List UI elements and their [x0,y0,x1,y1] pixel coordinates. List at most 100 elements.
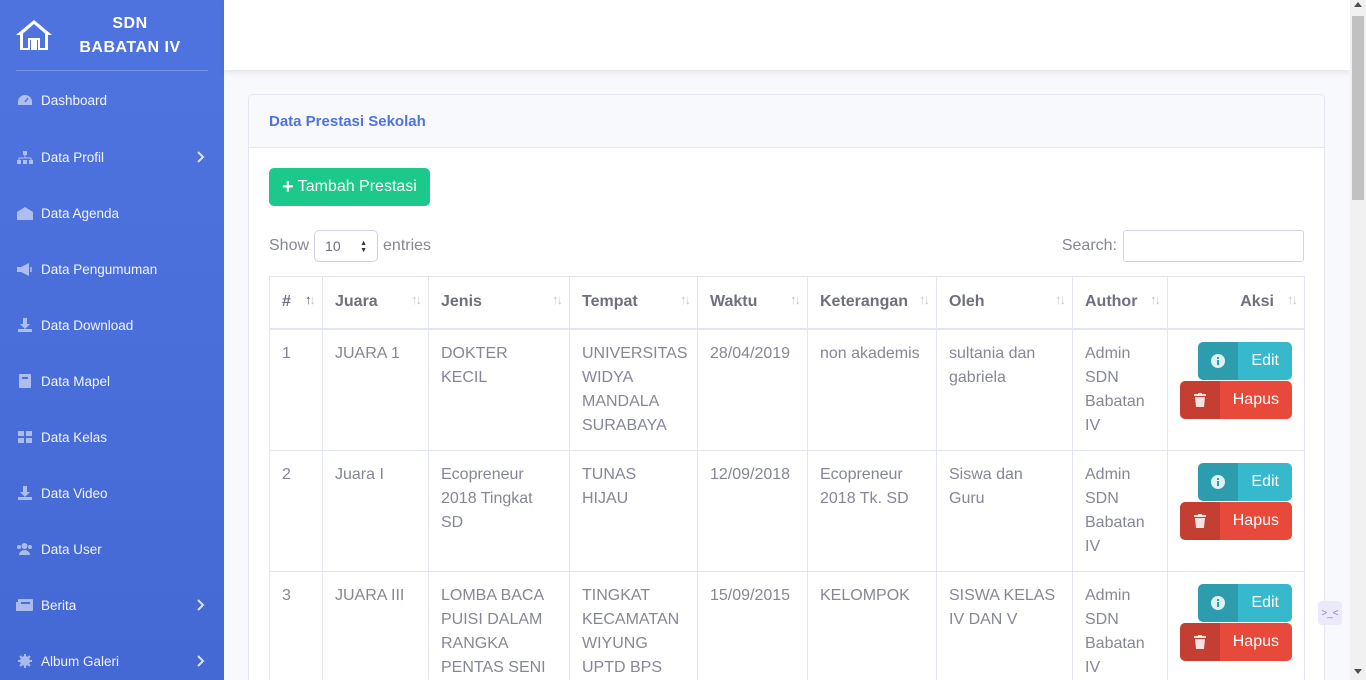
cell-jenis: DOKTER KECIL [428,328,570,451]
length-control: Show 10 ▲ ▼ entries [269,230,431,262]
sidebar-item-data-mapel[interactable]: Data Mapel [0,353,224,409]
card-header: Data Prestasi Sekolah [249,95,1324,148]
sidebar-item-label: Berita [41,597,77,613]
delete-button[interactable]: Hapus [1179,622,1292,661]
delete-button[interactable]: Hapus [1179,501,1292,540]
column-header-label: Juara [335,293,378,311]
grid-icon [16,430,33,444]
scroll-up-icon[interactable] [1354,2,1362,7]
cell-keterangan: non akademis [807,328,937,451]
cell-no: 1 [269,328,323,451]
sort-icon: ↑↓ [1150,292,1161,307]
row-actions: Edit Hapus [1179,341,1292,419]
cell-aksi: Edit Hapus [1167,328,1305,451]
plus-icon: + [282,176,294,198]
page-scrollbar[interactable] [1350,0,1366,680]
info-icon [1198,341,1239,380]
cell-author: Admin SDN Babatan IV [1072,449,1168,572]
sidebar-item-data-pengumuman[interactable]: Data Pengumuman [0,241,224,297]
sidebar-item-album-galeri[interactable]: Album Galeri [0,633,224,680]
prestasi-table: # ↑↓ Juara ↑↓ Jenis ↑↓ Tempat ↑↓ Waktu ↑↓ Keterang… [269,276,1305,680]
column-header-author[interactable]: Author ↑↓ [1072,276,1168,330]
column-header-jenis[interactable]: Jenis ↑↓ [428,276,570,330]
column-header-label: Keterangan [820,293,909,311]
sidebar-item-data-agenda[interactable]: Data Agenda [0,185,224,241]
column-header-oleh[interactable]: Oleh ↑↓ [936,276,1073,330]
sidebar-item-data-video[interactable]: Data Video [0,465,224,521]
sidebar-item-label: Album Galeri [41,653,120,669]
card-title: Data Prestasi Sekolah [269,112,426,130]
edit-label: Edit [1251,472,1279,490]
book-icon [16,374,33,388]
sidebar-item-data-download[interactable]: Data Download [0,297,224,353]
cell-keterangan: KELOMPOK [807,570,937,680]
brand-name: SDN BABATAN IV [70,12,190,60]
edit-button[interactable]: Edit [1198,583,1292,622]
edit-button[interactable]: Edit [1198,341,1292,380]
trash-icon [1179,622,1220,661]
search-label: Search: [1061,237,1117,254]
sort-icon: ↑↓ [411,292,422,307]
sidebar-item-label: Data User [41,541,102,557]
cell-no: 3 [269,570,323,680]
column-header-keterangan[interactable]: Keterangan ↑↓ [807,276,937,330]
scroll-thumb[interactable] [1352,16,1364,200]
sidebar-item-label: Data Download [41,317,134,333]
sidebar-item-dashboard[interactable]: Dashboard [0,71,224,129]
cell-juara: JUARA 1 [322,328,429,451]
trash-icon [1179,501,1220,540]
column-header-label: Oleh [949,293,985,311]
sidebar-brand[interactable]: SDN BABATAN IV [0,0,224,70]
bullhorn-icon [16,262,33,276]
brand-line2: BABATAN IV [79,39,181,56]
column-header-label: Waktu [710,293,758,311]
entries-label: entries [383,237,432,254]
select-arrows-icon: ▲ ▼ [360,240,368,254]
add-prestasi-label: Tambah Prestasi [297,178,417,195]
cell-keterangan: Ecopreneur 2018 Tk. SD [807,449,937,572]
table-body: 1 JUARA 1 DOKTER KECIL UNIVERSITAS WIDYA MA… [269,328,1305,680]
column-header-no[interactable]: # ↑↓ [269,276,323,330]
scroll-down-icon[interactable] [1354,669,1362,674]
column-header-label: Author [1085,293,1138,311]
cell-author: Admin SDN Babatan IV [1072,570,1168,680]
column-header-label: Aksi [1240,293,1274,311]
school-icon [16,206,33,220]
sidebar-item-data-user[interactable]: Data User [0,521,224,577]
column-header-aksi[interactable]: Aksi ↑↓ [1167,276,1305,330]
column-header-waktu[interactable]: Waktu ↑↓ [697,276,808,330]
delete-label: Hapus [1232,511,1279,529]
sidebar: SDN BABATAN IV Dashboard Data Profil Data … [0,0,224,680]
floating-widget-icon[interactable]: >_< [1318,601,1342,625]
sort-icon: ↑↓ [1055,292,1066,307]
cell-waktu: 12/09/2018 [697,449,808,572]
trash-icon [1179,380,1220,419]
download-icon [16,486,33,500]
row-actions: Edit Hapus [1179,583,1292,661]
sidebar-item-berita[interactable]: Berita [0,577,224,633]
sort-icon: ↑↓ [919,292,930,307]
sidebar-item-label: Data Pengumuman [41,261,158,277]
table-row: 1 JUARA 1 DOKTER KECIL UNIVERSITAS WIDYA MA… [269,328,1305,451]
column-header-tempat[interactable]: Tempat ↑↓ [569,276,698,330]
delete-button[interactable]: Hapus [1179,380,1292,419]
cell-no: 2 [269,449,323,572]
sidebar-item-label: Data Agenda [41,205,120,221]
cell-oleh: sultania dan gabriela [936,328,1073,451]
dashboard-icon [16,93,33,107]
sidebar-item-data-kelas[interactable]: Data Kelas [0,409,224,465]
add-prestasi-button[interactable]: + Tambah Prestasi [269,168,430,206]
delete-label: Hapus [1232,390,1279,408]
info-icon [1198,462,1239,501]
column-header-label: # [282,293,291,311]
sidebar-item-data-profil[interactable]: Data Profil [0,129,224,185]
cell-jenis: LOMBA BACA PUISI DALAM RANGKA PENTAS SEN… [428,570,570,680]
edit-button[interactable]: Edit [1198,462,1292,501]
cell-juara: JUARA III [322,570,429,680]
search-input[interactable] [1123,230,1304,262]
column-header-juara[interactable]: Juara ↑↓ [322,276,429,330]
sort-icon: ↑↓ [1287,292,1298,307]
cell-aksi: Edit Hapus [1167,570,1305,680]
cell-tempat: TINGKAT KECAMATAN WIYUNG UPTD BPS [569,570,698,680]
entries-select[interactable]: 10 ▲ ▼ [314,230,379,262]
